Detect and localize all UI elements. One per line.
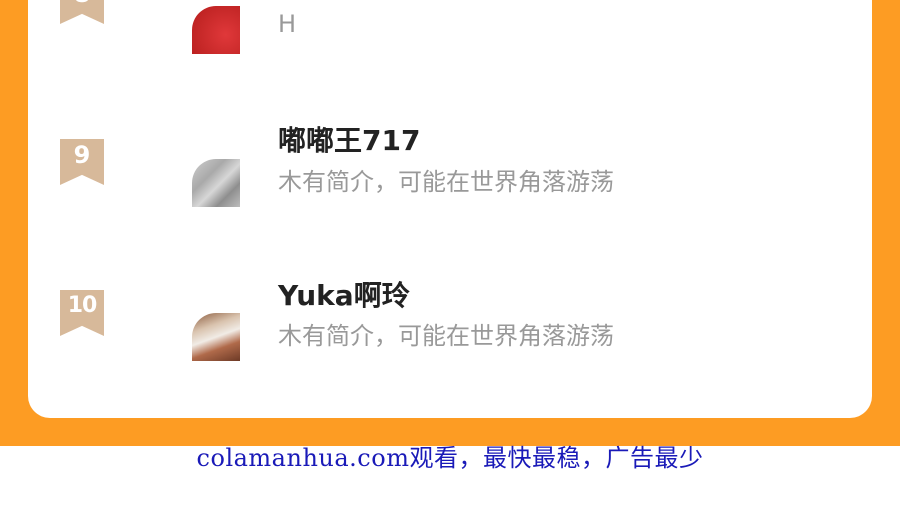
rank-badge: 9 — [60, 139, 104, 185]
rank-badge: 10 — [60, 290, 104, 336]
user-avatar[interactable] — [192, 313, 240, 361]
watermark-text: colamanhua.com观看，最快最稳，广告最少 — [196, 444, 704, 472]
ranking-row-8[interactable]: 8 H — [28, 0, 872, 70]
ranking-row-10[interactable]: 10 Yuka啊玲 木有简介，可能在世界角落游荡 — [28, 268, 872, 368]
user-avatar[interactable] — [192, 159, 240, 207]
user-bio: H — [278, 10, 297, 38]
user-bio: 木有简介，可能在世界角落游荡 — [278, 322, 614, 350]
user-name[interactable]: Yuka啊玲 — [278, 274, 410, 314]
ranking-card: 8 H 9 嘟嘟王717 木有简介，可能在世界角落游荡 10 Yuka啊玲 木有… — [28, 0, 872, 418]
user-avatar[interactable] — [192, 6, 240, 54]
rank-badge: 8 — [60, 0, 104, 24]
user-name[interactable]: 嘟嘟王717 — [278, 119, 420, 159]
ranking-row-9[interactable]: 9 嘟嘟王717 木有简介，可能在世界角落游荡 — [28, 112, 872, 212]
orange-frame: 8 H 9 嘟嘟王717 木有简介，可能在世界角落游荡 10 Yuka啊玲 木有… — [0, 0, 900, 446]
user-bio: 木有简介，可能在世界角落游荡 — [278, 168, 614, 196]
